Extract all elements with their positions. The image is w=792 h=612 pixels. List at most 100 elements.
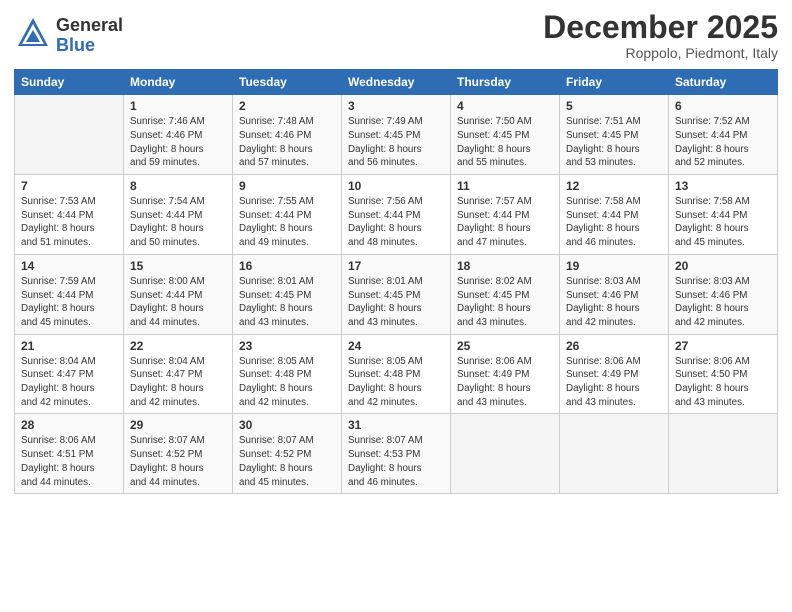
day-cell: 23 Sunrise: 8:05 AMSunset: 4:48 PMDayligh… bbox=[233, 334, 342, 414]
day-number: 13 bbox=[675, 179, 771, 193]
day-info: Sunrise: 8:07 AMSunset: 4:52 PMDaylight:… bbox=[239, 434, 335, 489]
day-number: 14 bbox=[21, 259, 117, 273]
header: General Blue December 2025 Roppolo, Pied… bbox=[14, 10, 778, 61]
logo: General Blue bbox=[14, 14, 123, 57]
day-info: Sunrise: 8:07 AMSunset: 4:52 PMDaylight:… bbox=[130, 434, 226, 489]
column-header-friday: Friday bbox=[560, 70, 669, 95]
day-number: 15 bbox=[130, 259, 226, 273]
day-info: Sunrise: 8:04 AMSunset: 4:47 PMDaylight:… bbox=[21, 355, 117, 410]
day-info: Sunrise: 8:04 AMSunset: 4:47 PMDaylight:… bbox=[130, 355, 226, 410]
day-info: Sunrise: 8:06 AMSunset: 4:49 PMDaylight:… bbox=[566, 355, 662, 410]
week-row-5: 28Sunrise: 8:06 AMSunset: 4:51 PMDayligh… bbox=[15, 414, 778, 494]
day-cell: 19Sunrise: 8:03 AMSunset: 4:46 PMDayligh… bbox=[560, 254, 669, 334]
column-header-monday: Monday bbox=[124, 70, 233, 95]
day-info: Sunrise: 8:01 AMSunset: 4:45 PMDaylight:… bbox=[348, 275, 444, 330]
day-cell: 12 Sunrise: 7:58 AMSunset: 4:44 PMDayligh… bbox=[560, 175, 669, 255]
day-info: Sunrise: 7:53 AMSunset: 4:44 PMDaylight:… bbox=[21, 195, 117, 250]
day-info: Sunrise: 8:06 AMSunset: 4:50 PMDaylight:… bbox=[675, 355, 771, 410]
title-block: December 2025 Roppolo, Piedmont, Italy bbox=[543, 10, 778, 61]
day-number: 28 bbox=[21, 418, 117, 432]
day-cell: 1 Sunrise: 7:46 AMSunset: 4:46 PMDaylight… bbox=[124, 95, 233, 175]
day-cell: 28Sunrise: 8:06 AMSunset: 4:51 PMDayligh… bbox=[15, 414, 124, 494]
day-number: 23 bbox=[239, 339, 335, 353]
day-cell: 24Sunrise: 8:05 AMSunset: 4:48 PMDayligh… bbox=[342, 334, 451, 414]
day-cell: 31Sunrise: 8:07 AMSunset: 4:53 PMDayligh… bbox=[342, 414, 451, 494]
day-number: 16 bbox=[239, 259, 335, 273]
day-info: Sunrise: 7:49 AMSunset: 4:45 PMDaylight:… bbox=[348, 115, 444, 170]
day-cell: 7Sunrise: 7:53 AMSunset: 4:44 PMDaylight… bbox=[15, 175, 124, 255]
day-cell: 13 Sunrise: 7:58 AMSunset: 4:44 PMDayligh… bbox=[669, 175, 778, 255]
day-cell: 16 Sunrise: 8:01 AMSunset: 4:45 PMDayligh… bbox=[233, 254, 342, 334]
column-header-thursday: Thursday bbox=[451, 70, 560, 95]
day-cell: 17 Sunrise: 8:01 AMSunset: 4:45 PMDayligh… bbox=[342, 254, 451, 334]
day-info: Sunrise: 8:07 AMSunset: 4:53 PMDaylight:… bbox=[348, 434, 444, 489]
day-info: Sunrise: 8:01 AMSunset: 4:45 PMDaylight:… bbox=[239, 275, 335, 330]
day-number: 2 bbox=[239, 99, 335, 113]
day-cell: 6 Sunrise: 7:52 AMSunset: 4:44 PMDaylight… bbox=[669, 95, 778, 175]
location: Roppolo, Piedmont, Italy bbox=[543, 45, 778, 61]
week-row-4: 21 Sunrise: 8:04 AMSunset: 4:47 PMDayligh… bbox=[15, 334, 778, 414]
header-row: SundayMondayTuesdayWednesdayThursdayFrid… bbox=[15, 70, 778, 95]
day-number: 18 bbox=[457, 259, 553, 273]
day-info: Sunrise: 7:55 AMSunset: 4:44 PMDaylight:… bbox=[239, 195, 335, 250]
day-number: 25 bbox=[457, 339, 553, 353]
calendar-container: General Blue December 2025 Roppolo, Pied… bbox=[0, 0, 792, 612]
logo-blue-text: Blue bbox=[56, 36, 123, 56]
day-info: Sunrise: 8:05 AMSunset: 4:48 PMDaylight:… bbox=[348, 355, 444, 410]
day-cell: 27 Sunrise: 8:06 AMSunset: 4:50 PMDayligh… bbox=[669, 334, 778, 414]
day-cell: 25Sunrise: 8:06 AMSunset: 4:49 PMDayligh… bbox=[451, 334, 560, 414]
calendar-table: SundayMondayTuesdayWednesdayThursdayFrid… bbox=[14, 69, 778, 494]
day-info: Sunrise: 7:50 AMSunset: 4:45 PMDaylight:… bbox=[457, 115, 553, 170]
day-number: 3 bbox=[348, 99, 444, 113]
day-cell: 2Sunrise: 7:48 AMSunset: 4:46 PMDaylight… bbox=[233, 95, 342, 175]
week-row-1: 1 Sunrise: 7:46 AMSunset: 4:46 PMDaylight… bbox=[15, 95, 778, 175]
day-info: Sunrise: 7:58 AMSunset: 4:44 PMDaylight:… bbox=[675, 195, 771, 250]
day-number: 21 bbox=[21, 339, 117, 353]
day-info: Sunrise: 8:03 AMSunset: 4:46 PMDaylight:… bbox=[566, 275, 662, 330]
day-info: Sunrise: 7:46 AMSunset: 4:46 PMDaylight:… bbox=[130, 115, 226, 170]
day-cell bbox=[451, 414, 560, 494]
day-cell: 20Sunrise: 8:03 AMSunset: 4:46 PMDayligh… bbox=[669, 254, 778, 334]
column-header-saturday: Saturday bbox=[669, 70, 778, 95]
week-row-2: 7Sunrise: 7:53 AMSunset: 4:44 PMDaylight… bbox=[15, 175, 778, 255]
day-number: 11 bbox=[457, 179, 553, 193]
day-number: 26 bbox=[566, 339, 662, 353]
month-title: December 2025 bbox=[543, 10, 778, 45]
day-cell: 26 Sunrise: 8:06 AMSunset: 4:49 PMDayligh… bbox=[560, 334, 669, 414]
day-number: 6 bbox=[675, 99, 771, 113]
day-info: Sunrise: 7:54 AMSunset: 4:44 PMDaylight:… bbox=[130, 195, 226, 250]
day-info: Sunrise: 8:03 AMSunset: 4:46 PMDaylight:… bbox=[675, 275, 771, 330]
day-number: 30 bbox=[239, 418, 335, 432]
day-cell: 29 Sunrise: 8:07 AMSunset: 4:52 PMDayligh… bbox=[124, 414, 233, 494]
day-cell: 9 Sunrise: 7:55 AMSunset: 4:44 PMDaylight… bbox=[233, 175, 342, 255]
day-cell: 21 Sunrise: 8:04 AMSunset: 4:47 PMDayligh… bbox=[15, 334, 124, 414]
column-header-tuesday: Tuesday bbox=[233, 70, 342, 95]
day-cell: 22 Sunrise: 8:04 AMSunset: 4:47 PMDayligh… bbox=[124, 334, 233, 414]
column-header-sunday: Sunday bbox=[15, 70, 124, 95]
day-cell: 11 Sunrise: 7:57 AMSunset: 4:44 PMDayligh… bbox=[451, 175, 560, 255]
day-number: 27 bbox=[675, 339, 771, 353]
logo-general-text: General bbox=[56, 16, 123, 36]
day-number: 9 bbox=[239, 179, 335, 193]
day-number: 10 bbox=[348, 179, 444, 193]
week-row-3: 14Sunrise: 7:59 AMSunset: 4:44 PMDayligh… bbox=[15, 254, 778, 334]
day-cell: 8Sunrise: 7:54 AMSunset: 4:44 PMDaylight… bbox=[124, 175, 233, 255]
day-info: Sunrise: 7:57 AMSunset: 4:44 PMDaylight:… bbox=[457, 195, 553, 250]
day-cell bbox=[669, 414, 778, 494]
day-info: Sunrise: 7:58 AMSunset: 4:44 PMDaylight:… bbox=[566, 195, 662, 250]
day-number: 17 bbox=[348, 259, 444, 273]
day-cell: 30 Sunrise: 8:07 AMSunset: 4:52 PMDayligh… bbox=[233, 414, 342, 494]
day-number: 4 bbox=[457, 99, 553, 113]
day-number: 22 bbox=[130, 339, 226, 353]
day-info: Sunrise: 8:00 AMSunset: 4:44 PMDaylight:… bbox=[130, 275, 226, 330]
day-cell: 18Sunrise: 8:02 AMSunset: 4:45 PMDayligh… bbox=[451, 254, 560, 334]
day-number: 1 bbox=[130, 99, 226, 113]
day-info: Sunrise: 7:52 AMSunset: 4:44 PMDaylight:… bbox=[675, 115, 771, 170]
day-info: Sunrise: 8:05 AMSunset: 4:48 PMDaylight:… bbox=[239, 355, 335, 410]
logo-text: General Blue bbox=[56, 16, 123, 56]
day-number: 12 bbox=[566, 179, 662, 193]
day-info: Sunrise: 7:56 AMSunset: 4:44 PMDaylight:… bbox=[348, 195, 444, 250]
day-number: 29 bbox=[130, 418, 226, 432]
day-cell: 14Sunrise: 7:59 AMSunset: 4:44 PMDayligh… bbox=[15, 254, 124, 334]
day-cell bbox=[15, 95, 124, 175]
